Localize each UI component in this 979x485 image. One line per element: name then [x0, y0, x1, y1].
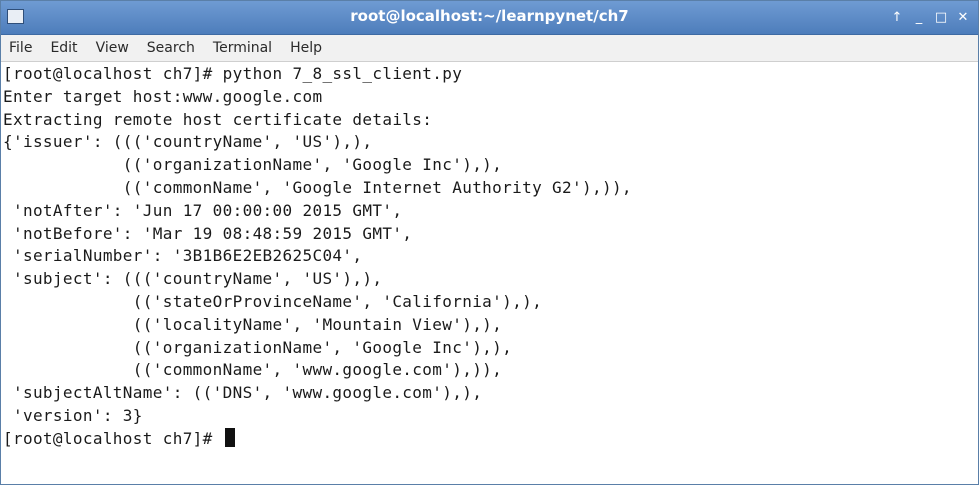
title-bar[interactable]: root@localhost:~/learnpynet/ch7 ↑ _ □ ✕: [1, 1, 978, 35]
menu-help[interactable]: Help: [281, 38, 331, 58]
maximize-icon[interactable]: □: [934, 10, 948, 25]
terminal-line: (('commonName', 'www.google.com'),)),: [3, 360, 503, 380]
terminal-window: root@localhost:~/learnpynet/ch7 ↑ _ □ ✕ …: [0, 0, 979, 485]
terminal-line: (('localityName', 'Mountain View'),),: [3, 314, 503, 334]
terminal-line: 'subjectAltName': (('DNS', 'www.google.c…: [3, 383, 483, 403]
menu-terminal[interactable]: Terminal: [204, 38, 281, 58]
terminal-line: (('stateOrProvinceName', 'California'),)…: [3, 291, 543, 311]
window-controls: ↑ _ □ ✕: [890, 1, 970, 34]
menu-edit[interactable]: Edit: [41, 38, 86, 58]
terminal-line: 'notBefore': 'Mar 19 08:48:59 2015 GMT',: [3, 223, 413, 243]
minimize-icon[interactable]: _: [912, 10, 926, 25]
terminal-line: 'serialNumber': '3B1B6E2EB2625C04',: [3, 246, 363, 266]
prompt-line[interactable]: [root@localhost ch7]#: [3, 427, 978, 451]
window-title: root@localhost:~/learnpynet/ch7: [350, 7, 629, 25]
terminal-output[interactable]: [root@localhost ch7]# python 7_8_ssl_cli…: [1, 63, 978, 484]
menu-file[interactable]: File: [3, 38, 41, 58]
shell-prompt: [root@localhost ch7]#: [3, 428, 223, 448]
raise-window-icon[interactable]: ↑: [890, 10, 904, 25]
terminal-line: 'subject': ((('countryName', 'US'),),: [3, 269, 383, 289]
menu-search[interactable]: Search: [138, 38, 204, 58]
terminal-line: 'version': 3}: [3, 405, 143, 425]
terminal-line: 'notAfter': 'Jun 17 00:00:00 2015 GMT',: [3, 200, 403, 220]
terminal-line: [root@localhost ch7]# python 7_8_ssl_cli…: [3, 64, 463, 83]
terminal-line: Enter target host:www.google.com: [3, 86, 323, 106]
menu-bar: File Edit View Search Terminal Help: [1, 35, 978, 62]
menu-view[interactable]: View: [87, 38, 138, 58]
terminal-line: Extracting remote host certificate detai…: [3, 109, 433, 129]
terminal-line: (('organizationName', 'Google Inc'),),: [3, 337, 513, 357]
terminal-line: (('commonName', 'Google Internet Authori…: [3, 177, 632, 197]
close-icon[interactable]: ✕: [956, 10, 970, 25]
terminal-line: {'issuer': ((('countryName', 'US'),),: [3, 132, 373, 152]
text-cursor: [224, 427, 235, 447]
terminal-line: (('organizationName', 'Google Inc'),),: [3, 155, 503, 175]
